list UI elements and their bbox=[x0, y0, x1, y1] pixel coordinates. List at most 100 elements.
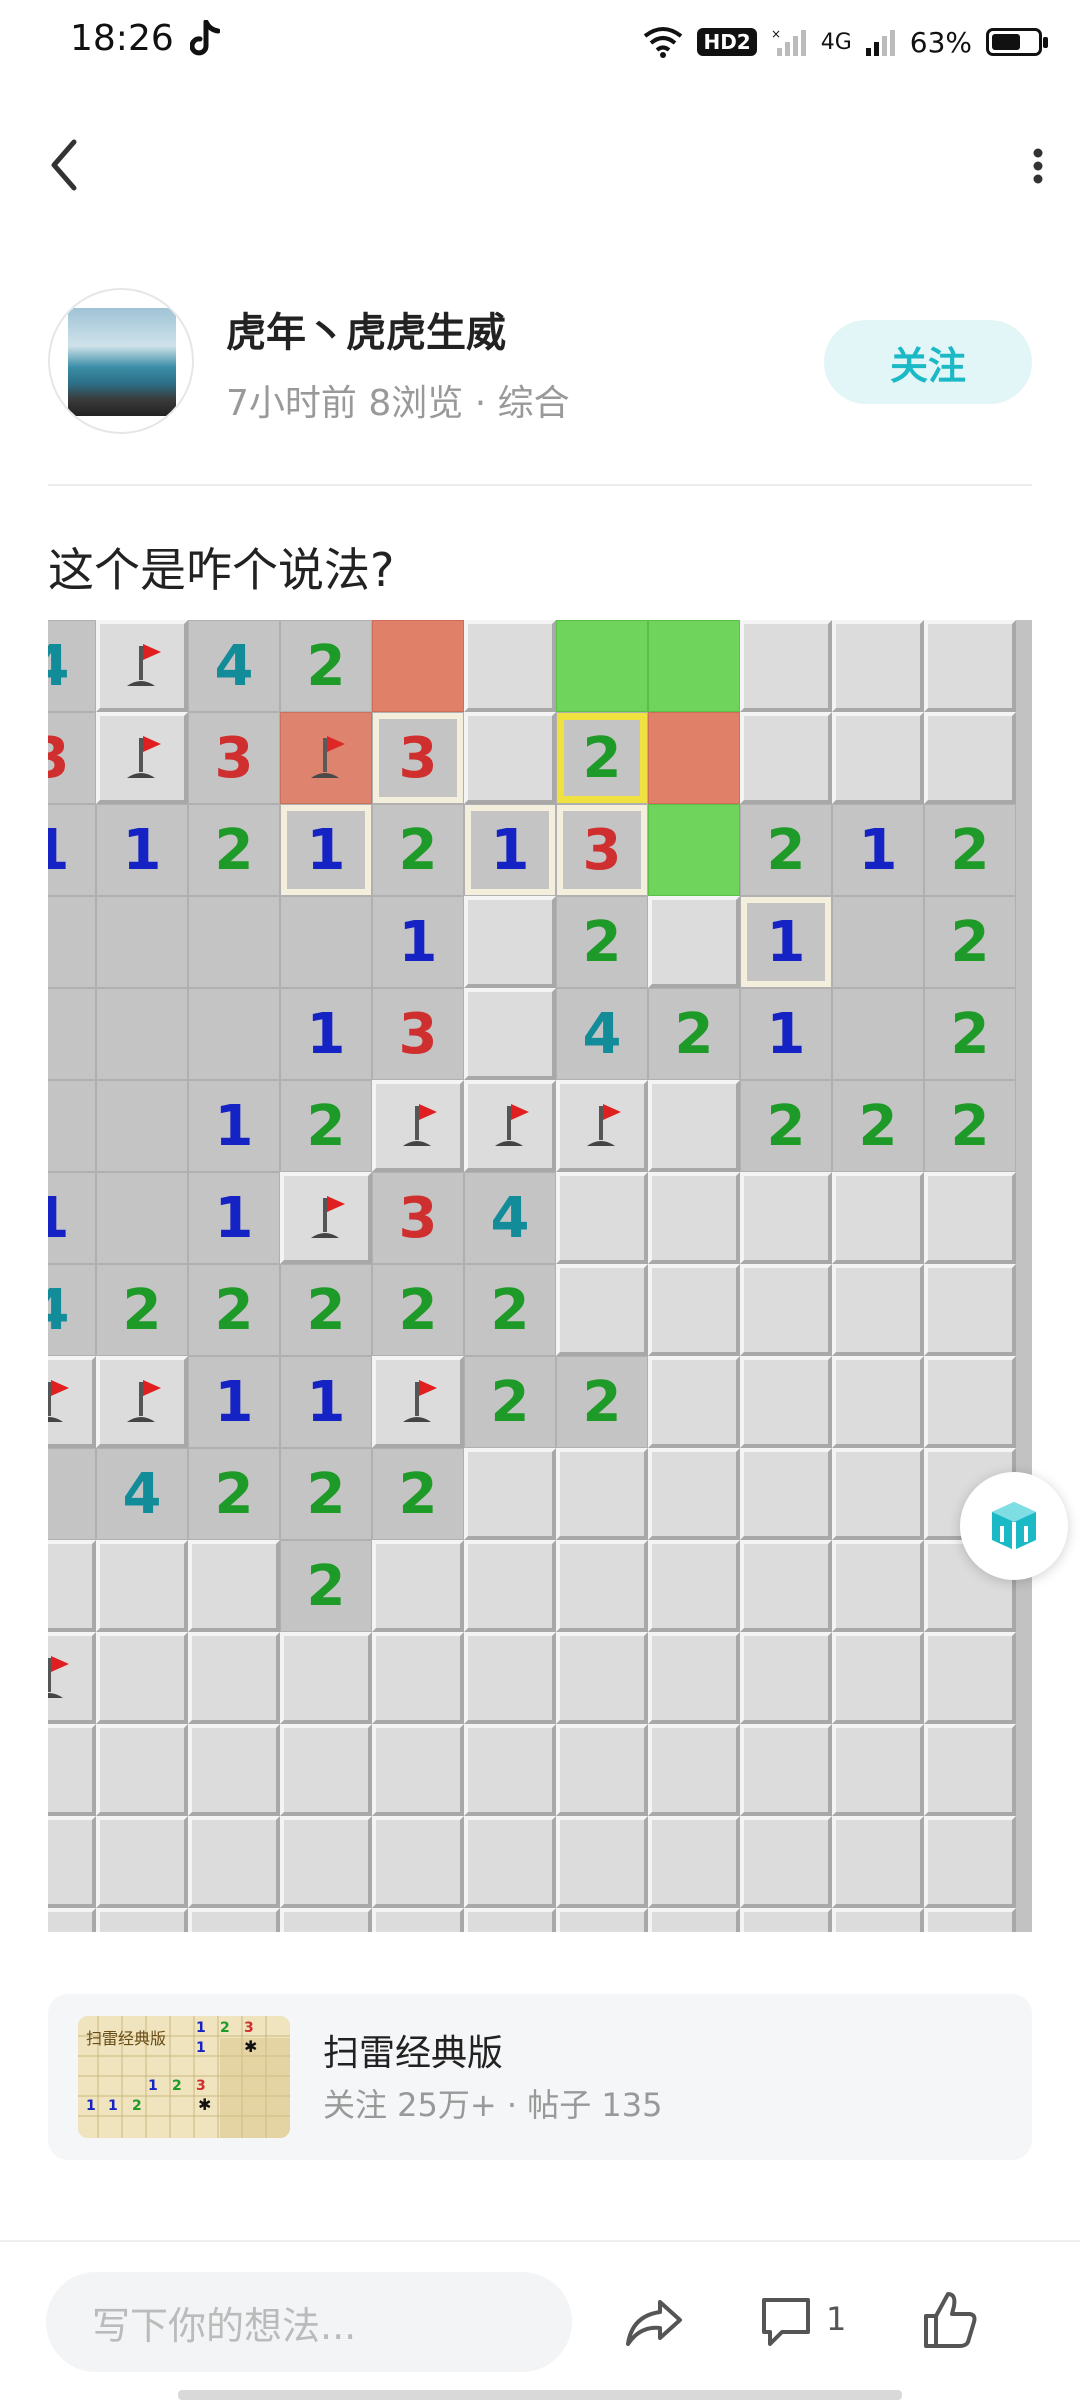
cell-number-2: 2 bbox=[372, 804, 464, 896]
thumbs-up-icon[interactable] bbox=[920, 2288, 980, 2352]
cell-flag bbox=[96, 712, 188, 804]
svg-text:2: 2 bbox=[172, 2078, 182, 2094]
cell-empty bbox=[188, 988, 280, 1080]
svg-text:1: 1 bbox=[196, 2020, 206, 2036]
comment-icon[interactable] bbox=[756, 2292, 816, 2352]
cell-covered bbox=[96, 1632, 188, 1724]
cell-number-4: 4 bbox=[48, 1264, 96, 1356]
cell-covered bbox=[556, 1632, 648, 1724]
cell-green bbox=[648, 804, 740, 896]
cell-empty bbox=[188, 896, 280, 988]
cell-number-2: 2 bbox=[464, 1356, 556, 1448]
cell-number-3: 3 bbox=[372, 712, 464, 804]
cell-flag bbox=[464, 1080, 556, 1172]
svg-text:×: × bbox=[771, 27, 781, 41]
svg-text:1: 1 bbox=[196, 2040, 206, 2056]
cell-covered bbox=[464, 896, 556, 988]
cell-number-2: 2 bbox=[924, 804, 1016, 896]
status-time: 18:26 bbox=[70, 18, 174, 59]
cell-number-4: 4 bbox=[464, 1172, 556, 1264]
floating-3d-button[interactable] bbox=[960, 1472, 1068, 1580]
author-name[interactable]: 虎年丶虎虎生威 bbox=[226, 300, 506, 358]
cell-number-2: 2 bbox=[96, 1264, 188, 1356]
cell-number-1: 1 bbox=[464, 804, 556, 896]
svg-text:✱: ✱ bbox=[198, 2095, 211, 2114]
cell-covered bbox=[740, 1632, 832, 1724]
cell-number-2: 2 bbox=[924, 988, 1016, 1080]
forum-name: 扫雷经典版 bbox=[323, 2033, 504, 2074]
cell-covered bbox=[372, 1540, 464, 1632]
forum-meta: 关注 25万+ · 帖子 135 bbox=[323, 2086, 663, 2124]
cell-covered bbox=[648, 1816, 740, 1908]
cell-number-3: 3 bbox=[372, 1172, 464, 1264]
cell-flag bbox=[48, 1356, 96, 1448]
cell-covered bbox=[924, 1356, 1016, 1448]
cell-number-4: 4 bbox=[48, 620, 96, 712]
cell-covered bbox=[188, 1632, 280, 1724]
comment-input[interactable]: 写下你的想法... bbox=[46, 2272, 572, 2372]
signal-icon bbox=[865, 30, 895, 56]
cell-number-1: 1 bbox=[96, 804, 188, 896]
cell-covered bbox=[464, 712, 556, 804]
svg-text:✱: ✱ bbox=[244, 2037, 257, 2056]
author-avatar[interactable] bbox=[48, 288, 194, 434]
share-icon[interactable] bbox=[622, 2292, 686, 2352]
tiktok-icon bbox=[190, 20, 220, 56]
cell-number-2: 2 bbox=[556, 712, 648, 804]
cell-number-2: 2 bbox=[924, 1080, 1016, 1172]
status-icons: HD2 × 4G 63% bbox=[643, 14, 1048, 70]
cell-covered bbox=[188, 1908, 280, 1932]
cell-covered bbox=[648, 1172, 740, 1264]
post-meta: 7小时前 8浏览 · 综合 bbox=[226, 383, 570, 424]
cell-covered bbox=[740, 620, 832, 712]
cell-covered bbox=[464, 1540, 556, 1632]
battery-icon bbox=[986, 28, 1048, 56]
cell-covered bbox=[740, 1540, 832, 1632]
cell-covered bbox=[832, 1816, 924, 1908]
cell-covered bbox=[648, 896, 740, 988]
cell-number-2: 2 bbox=[556, 896, 648, 988]
cell-number-1: 1 bbox=[740, 988, 832, 1080]
cell-number-1: 1 bbox=[372, 896, 464, 988]
cell-covered bbox=[280, 1632, 372, 1724]
post-image-minesweeper[interactable]: 4423332112121321212121342121222211344222… bbox=[48, 620, 1032, 1932]
cell-number-4: 4 bbox=[96, 1448, 188, 1540]
svg-text:3: 3 bbox=[244, 2020, 254, 2036]
svg-text:2: 2 bbox=[132, 2098, 142, 2114]
cell-covered bbox=[556, 1264, 648, 1356]
back-arrow-icon[interactable] bbox=[40, 130, 90, 200]
cell-number-1: 1 bbox=[280, 1356, 372, 1448]
cell-covered bbox=[740, 1448, 832, 1540]
cell-number-2: 2 bbox=[832, 1080, 924, 1172]
svg-text:1: 1 bbox=[108, 2098, 118, 2114]
cell-covered bbox=[464, 1632, 556, 1724]
cell-covered bbox=[372, 1908, 464, 1932]
cell-covered bbox=[96, 1816, 188, 1908]
cell-covered bbox=[832, 1172, 924, 1264]
cell-flag bbox=[372, 1080, 464, 1172]
more-vertical-icon[interactable] bbox=[1008, 130, 1068, 200]
cell-covered bbox=[464, 1448, 556, 1540]
cell-number-1: 1 bbox=[740, 896, 832, 988]
cell-covered bbox=[280, 1908, 372, 1932]
cell-number-1: 1 bbox=[188, 1172, 280, 1264]
hd-badge: HD2 bbox=[697, 28, 757, 56]
cell-number-3: 3 bbox=[48, 712, 96, 804]
cell-covered bbox=[924, 1908, 1016, 1932]
cell-covered bbox=[464, 988, 556, 1080]
cell-covered bbox=[464, 620, 556, 712]
cell-covered bbox=[96, 1540, 188, 1632]
cell-empty bbox=[96, 896, 188, 988]
cell-empty bbox=[832, 988, 924, 1080]
cell-number-2: 2 bbox=[280, 1540, 372, 1632]
cell-red-flag bbox=[280, 712, 372, 804]
follow-button[interactable]: 关注 bbox=[824, 320, 1032, 404]
cell-covered bbox=[372, 1816, 464, 1908]
cell-number-2: 2 bbox=[740, 804, 832, 896]
forum-card[interactable]: 扫雷经典版 1 2 3 1 1 2 3 1 1 2 ✱ ✱ 扫雷经典版 关注 2… bbox=[48, 1994, 1032, 2160]
cell-covered bbox=[648, 1908, 740, 1932]
cell-flag bbox=[372, 1356, 464, 1448]
cell-covered bbox=[464, 1816, 556, 1908]
cell-covered bbox=[740, 712, 832, 804]
cell-covered bbox=[556, 1540, 648, 1632]
